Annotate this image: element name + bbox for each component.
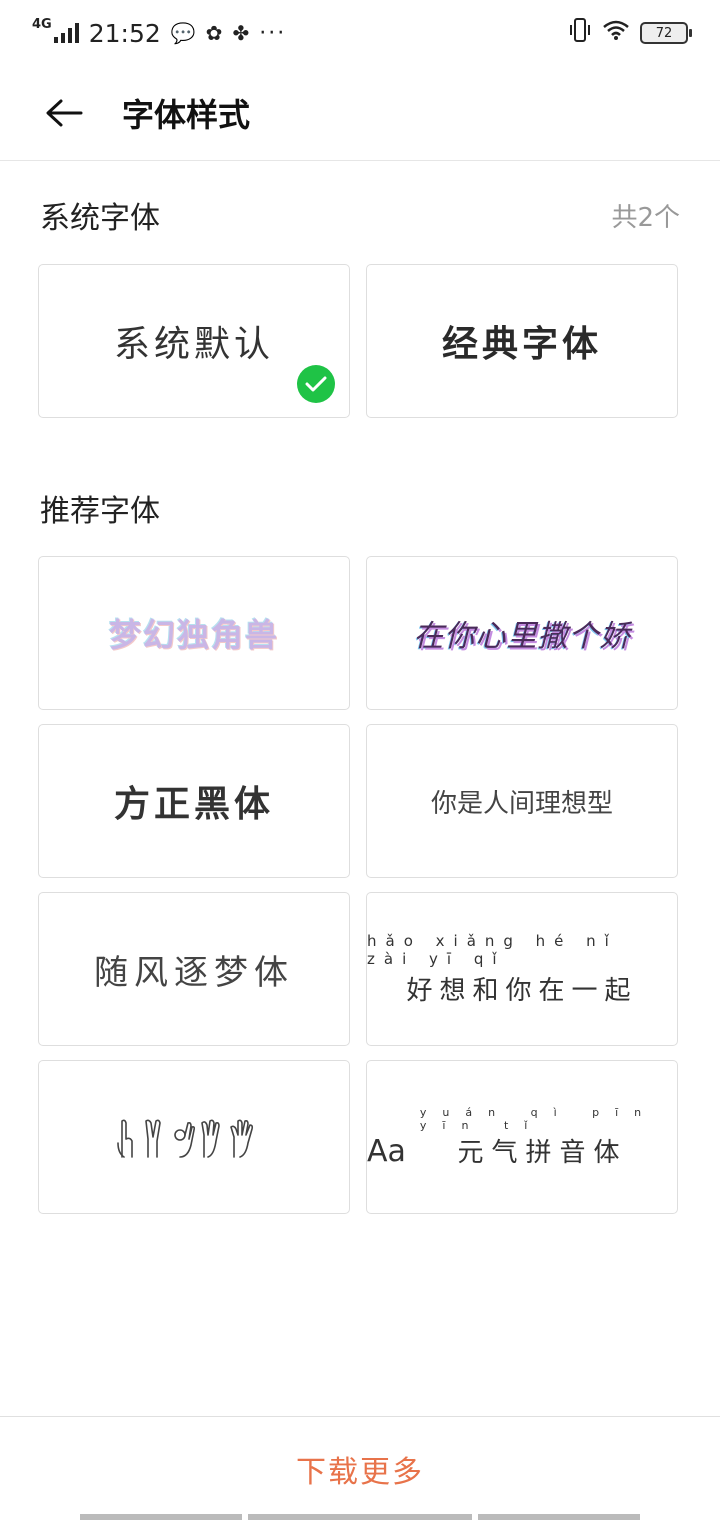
download-more-button[interactable]: 下载更多 xyxy=(296,1447,424,1491)
font-label: 系统默认 xyxy=(113,324,274,365)
font-label: 经典字体 xyxy=(441,324,602,365)
font-card-hand-gestures[interactable] xyxy=(38,1060,350,1214)
system-fonts-count: 共2个 xyxy=(611,202,680,233)
more-notifications-icon: ··· xyxy=(259,20,287,46)
wifi-icon xyxy=(602,19,630,47)
font-preview-image: 随风逐梦体 xyxy=(94,952,294,993)
font-preview-text: 元气拼音体 xyxy=(457,1137,628,1168)
font-preview-image: 方正黑体 xyxy=(113,784,274,825)
system-fonts-header: 系统字体 共2个 xyxy=(40,193,680,237)
wechat-icon: ✿ xyxy=(205,21,223,45)
status-bar: 4G 21:52 💬 ✿ ✤ ··· 72 xyxy=(0,0,720,66)
font-card-unicorn[interactable]: 梦幻独角兽 xyxy=(38,556,350,710)
font-preview-text: 好想和你在一起 xyxy=(406,975,638,1006)
nav-indicator xyxy=(80,1514,242,1520)
clock: 21:52 xyxy=(88,18,161,48)
font-card-ideal-type[interactable]: 你是人间理想型 xyxy=(366,724,678,878)
battery-icon: 72 xyxy=(640,22,692,44)
font-preview-prefix: Aa xyxy=(367,1133,406,1169)
network-type: 4G xyxy=(32,17,52,32)
status-right: 72 xyxy=(568,17,692,49)
font-card-coquettish[interactable]: 在你心里撒个娇 xyxy=(366,556,678,710)
font-card-classic[interactable]: 经典字体 xyxy=(366,264,678,418)
signal-icon xyxy=(53,23,79,43)
pinyin-annotation: hǎo xiǎng hé nǐ zài yī qǐ xyxy=(367,931,618,968)
page-title: 字体样式 xyxy=(122,96,251,134)
nav-indicator xyxy=(478,1514,640,1520)
back-button[interactable] xyxy=(44,93,84,133)
back-arrow-icon xyxy=(46,99,83,127)
font-card-founder-hei[interactable]: 方正黑体 xyxy=(38,724,350,878)
font-preview-image: 在你心里撒个娇 xyxy=(413,619,631,654)
font-preview-image: 你是人间理想型 xyxy=(430,788,613,819)
font-card-together[interactable]: hǎo xiǎng hé nǐ zài yī qǐ 好想和你在一起 xyxy=(366,892,678,1046)
status-left: 4G 21:52 💬 ✿ ✤ ··· xyxy=(32,17,287,48)
hand-gestures-icon xyxy=(114,1115,274,1159)
pinwheel-icon: ✤ xyxy=(232,21,250,45)
top-app-bar: 字体样式 xyxy=(0,66,720,161)
font-preview-image: 梦幻独角兽 xyxy=(108,616,279,654)
recommended-fonts-title: 推荐字体 xyxy=(40,494,160,529)
message-icon: 💬 xyxy=(170,21,196,45)
vibrate-icon xyxy=(568,17,592,49)
font-card-chase-dream[interactable]: 随风逐梦体 xyxy=(38,892,350,1046)
pinyin-annotation: yuán qì pīn yīn tǐ xyxy=(419,1105,658,1132)
system-fonts-title: 系统字体 xyxy=(40,201,160,236)
font-card-pinyin[interactable]: Aa yuán qì pīn yīn tǐ 元气拼音体 xyxy=(366,1060,678,1214)
recommended-fonts-header: 推荐字体 xyxy=(40,486,680,530)
font-preview-image: hǎo xiǎng hé nǐ zài yī qǐ 好想和你在一起 xyxy=(367,932,677,1007)
pinyin-block: yuán qì pīn yīn tǐ 元气拼音体 xyxy=(408,1106,677,1169)
font-card-system-default[interactable]: 系统默认 xyxy=(38,264,350,418)
selected-check-icon xyxy=(297,365,335,403)
nav-indicator xyxy=(248,1514,472,1520)
bottom-bar: 下载更多 xyxy=(0,1416,720,1520)
font-preview-image: Aa yuán qì pīn yīn tǐ 元气拼音体 xyxy=(367,1106,677,1169)
